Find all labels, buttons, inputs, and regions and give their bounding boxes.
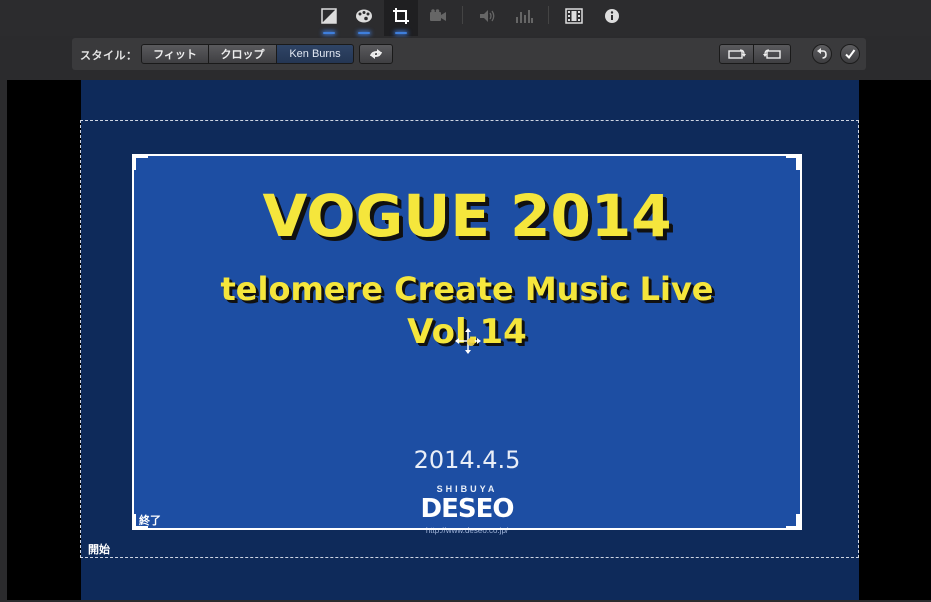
style-ken-burns-button[interactable]: Ken Burns: [276, 44, 354, 64]
style-fit-button[interactable]: フィット: [141, 44, 209, 64]
color-balance-icon: [321, 8, 337, 24]
end-label: 終了: [139, 515, 161, 527]
noise-reduction-button[interactable]: [512, 4, 536, 28]
noise-reduction-icon: [516, 10, 533, 23]
color-correction-button[interactable]: [352, 4, 376, 34]
stabilization-icon: [430, 9, 446, 21]
clip-info-button[interactable]: [600, 4, 624, 28]
active-indicator: [358, 32, 370, 34]
end-frame-handle-top-left[interactable]: [132, 154, 136, 170]
crop-style-bar: スタイル： フィット クロップ Ken Burns: [72, 38, 866, 70]
volume-icon: [480, 10, 495, 22]
checkmark-icon: [845, 49, 856, 60]
end-frame-handle-top-right[interactable]: [796, 154, 802, 170]
speed-icon: [565, 8, 583, 24]
crop-icon: [393, 8, 409, 24]
speed-button[interactable]: [562, 4, 586, 28]
color-correction-icon: [356, 9, 372, 23]
rotate-left-button[interactable]: [719, 44, 754, 64]
reset-button[interactable]: [812, 44, 832, 64]
rotate-right-icon: [763, 49, 781, 59]
crop-button[interactable]: [389, 4, 413, 34]
start-label: 開始: [88, 544, 110, 556]
inspector-toolbar: [0, 0, 931, 36]
rotate-right-button[interactable]: [753, 44, 791, 64]
active-indicator: [395, 32, 407, 34]
toolbar-separator: [462, 6, 463, 24]
stabilization-button[interactable]: [426, 4, 450, 28]
end-frame-handle-bottom-right[interactable]: [796, 514, 802, 530]
style-crop-button[interactable]: クロップ: [208, 44, 277, 64]
active-indicator: [323, 32, 335, 34]
color-balance-button[interactable]: [317, 4, 341, 34]
swap-start-end-button[interactable]: [359, 44, 393, 64]
style-label: スタイル：: [80, 50, 138, 62]
undo-icon: [817, 48, 827, 59]
move-cursor-icon: [455, 328, 481, 354]
rotate-left-icon: [727, 49, 746, 59]
volume-button[interactable]: [476, 4, 500, 28]
end-frame-handle-bottom-left[interactable]: [132, 514, 136, 530]
clip-info-icon: [605, 9, 619, 23]
apply-button[interactable]: [840, 44, 860, 64]
swap-arrows-icon: [370, 49, 382, 59]
toolbar-separator: [548, 6, 549, 24]
